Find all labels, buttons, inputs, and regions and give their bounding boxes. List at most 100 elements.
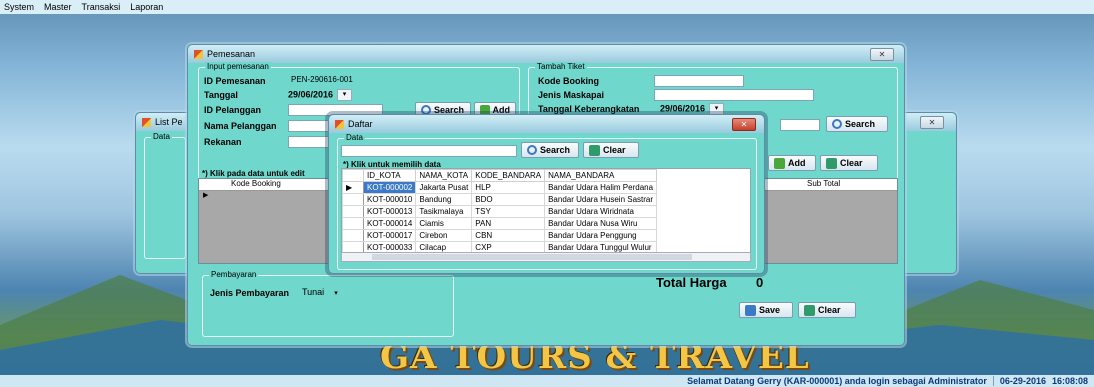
table-cell[interactable]: Bandar Udara Halim Perdana xyxy=(544,181,658,194)
chevron-down-icon: ▾ xyxy=(334,290,338,297)
id-pelanggan-label: ID Pelanggan xyxy=(204,105,262,115)
id-pemesanan-label: ID Pemesanan xyxy=(204,76,266,86)
horizontal-scrollbar[interactable] xyxy=(341,252,751,262)
table-cell[interactable]: CBN xyxy=(471,229,546,242)
list-window-close-button[interactable]: ✕ xyxy=(920,116,944,129)
add-tiket-label: Add xyxy=(788,158,806,168)
table-cell[interactable]: Bandung xyxy=(415,193,473,206)
pembayaran-label: Pembayaran xyxy=(209,270,259,279)
nama-pelanggan-label: Nama Pelanggan xyxy=(204,121,277,131)
col-sub-total[interactable]: Sub Total xyxy=(807,179,840,188)
table-row[interactable]: ▶ KOT-000002 Jakarta Pusat HLP Bandar Ud… xyxy=(342,181,658,194)
daftar-close-button[interactable]: ✕ xyxy=(732,118,756,131)
col-nama-bandara[interactable]: NAMA_BANDARA xyxy=(544,169,658,182)
clear-button-label: Clear xyxy=(818,305,841,315)
table-cell[interactable]: Bandar Udara Husein Sastrar xyxy=(544,193,658,206)
table-cell[interactable]: Bandar Udara Penggung xyxy=(544,229,658,242)
table-row[interactable]: KOT-000017 Cirebon CBN Bandar Udara Peng… xyxy=(342,229,658,242)
calendar-icon[interactable]: ▾ xyxy=(337,89,353,101)
menu-system[interactable]: System xyxy=(4,2,34,12)
jenis-pembayaran-value: Tunai xyxy=(302,287,325,297)
kode-booking-input[interactable] xyxy=(654,75,744,87)
table-cell[interactable]: KOT-000014 xyxy=(362,217,417,230)
daftar-dialog: Daftar ✕ Data Search Clear *) Klik untuk… xyxy=(328,114,765,274)
kota-grid[interactable]: ID_KOTA NAMA_KOTA KODE_BANDARA NAMA_BAND… xyxy=(341,168,751,254)
jenis-maskapai-input[interactable] xyxy=(654,89,814,101)
scrollbar-thumb[interactable] xyxy=(372,254,692,260)
kota-table: ID_KOTA NAMA_KOTA KODE_BANDARA NAMA_BAND… xyxy=(342,169,658,253)
row-selector-icon: ▶ xyxy=(203,192,209,199)
pemesanan-close-button[interactable]: ✕ xyxy=(870,48,894,61)
table-cell[interactable]: KOT-000010 xyxy=(362,193,417,206)
table-cell[interactable]: KOT-000017 xyxy=(362,229,417,242)
list-data-group: Data xyxy=(144,132,186,259)
daftar-search-input[interactable] xyxy=(341,145,517,157)
jenis-maskapai-label: Jenis Maskapai xyxy=(538,90,605,100)
search-icon xyxy=(527,145,537,155)
save-button-label: Save xyxy=(759,305,781,315)
menu-transaksi[interactable]: Transaksi xyxy=(82,2,121,12)
search-tiket-label: Search xyxy=(845,119,876,129)
table-cell[interactable]: KOT-000013 xyxy=(362,205,417,218)
clear-icon xyxy=(804,304,815,316)
row-header xyxy=(342,229,364,242)
table-cell[interactable]: PAN xyxy=(471,217,546,230)
menu-laporan[interactable]: Laporan xyxy=(130,2,163,12)
row-header xyxy=(342,193,364,206)
daftar-search-label: Search xyxy=(540,145,571,155)
row-header-corner xyxy=(342,169,364,182)
tanggal-label: Tanggal xyxy=(204,90,238,100)
table-row[interactable]: KOT-000013 Tasikmalaya TSY Bandar Udara … xyxy=(342,205,658,218)
add-tiket-button[interactable]: Add xyxy=(768,155,816,171)
jenis-pembayaran-label: Jenis Pembayaran xyxy=(210,288,290,298)
edit-note: *) Klik pada data untuk edit xyxy=(202,169,305,178)
table-cell[interactable]: BDO xyxy=(471,193,546,206)
jenis-pembayaran-select[interactable]: Tunai ▾ xyxy=(302,287,338,299)
pemesanan-titlebar[interactable]: Pemesanan xyxy=(188,45,904,63)
table-cell[interactable]: Ciamis xyxy=(415,217,473,230)
table-cell[interactable]: Bandar Udara Wiridnata xyxy=(544,205,658,218)
clear-tiket-button[interactable]: Clear xyxy=(820,155,878,171)
status-date: 06-29-2016 xyxy=(999,376,1046,386)
total-harga-label: Total Harga xyxy=(656,275,727,290)
table-cell[interactable]: KOT-000002 xyxy=(362,181,417,194)
col-id-kota[interactable]: ID_KOTA xyxy=(362,169,417,182)
tiket-extra-input[interactable] xyxy=(780,119,820,131)
daftar-title: Daftar xyxy=(348,119,373,129)
daftar-search-button[interactable]: Search xyxy=(521,142,579,158)
tanggal-picker[interactable]: 29/06/2016 ▾ xyxy=(288,89,353,101)
table-row[interactable]: KOT-000010 Bandung BDO Bandar Udara Huse… xyxy=(342,193,658,206)
menu-master[interactable]: Master xyxy=(44,2,72,12)
search-tiket-button[interactable]: Search xyxy=(826,116,888,132)
id-pemesanan-field[interactable]: PEN-290616-001 xyxy=(288,75,380,87)
clear-button[interactable]: Clear xyxy=(798,302,856,318)
table-row[interactable]: KOT-000014 Ciamis PAN Bandar Udara Nusa … xyxy=(342,217,658,230)
clear-icon xyxy=(589,144,600,156)
save-icon xyxy=(745,304,756,316)
table-cell[interactable]: HLP xyxy=(471,181,546,194)
table-cell[interactable]: Cirebon xyxy=(415,229,473,242)
daftar-titlebar[interactable]: Daftar xyxy=(329,115,764,133)
rekanan-label: Rekanan xyxy=(204,137,242,147)
status-bar: Selamat Datang Gerry (KAR-000001) anda l… xyxy=(0,375,1094,387)
daftar-data-label: Data xyxy=(344,133,365,142)
col-nama-kota[interactable]: NAMA_KOTA xyxy=(415,169,473,182)
col-kode-booking[interactable]: Kode Booking xyxy=(231,179,281,188)
save-button[interactable]: Save xyxy=(739,302,793,318)
status-divider xyxy=(992,376,994,386)
daftar-clear-button[interactable]: Clear xyxy=(583,142,639,158)
status-time: 16:08:08 xyxy=(1051,376,1088,386)
app-icon xyxy=(335,119,344,129)
daftar-clear-label: Clear xyxy=(603,145,626,155)
table-cell[interactable]: Tasikmalaya xyxy=(415,205,473,218)
table-cell[interactable]: TSY xyxy=(471,205,546,218)
add-icon xyxy=(774,157,785,169)
col-kode-bandara[interactable]: KODE_BANDARA xyxy=(471,169,546,182)
tanggal-value: 29/06/2016 xyxy=(288,89,334,100)
clear-icon xyxy=(826,157,837,169)
pembayaran-group: Pembayaran xyxy=(202,270,454,337)
list-window-title: List Pe xyxy=(155,117,183,127)
table-cell[interactable]: Bandar Udara Nusa Wiru xyxy=(544,217,658,230)
table-cell[interactable]: Jakarta Pusat xyxy=(415,181,473,194)
row-header xyxy=(342,217,364,230)
